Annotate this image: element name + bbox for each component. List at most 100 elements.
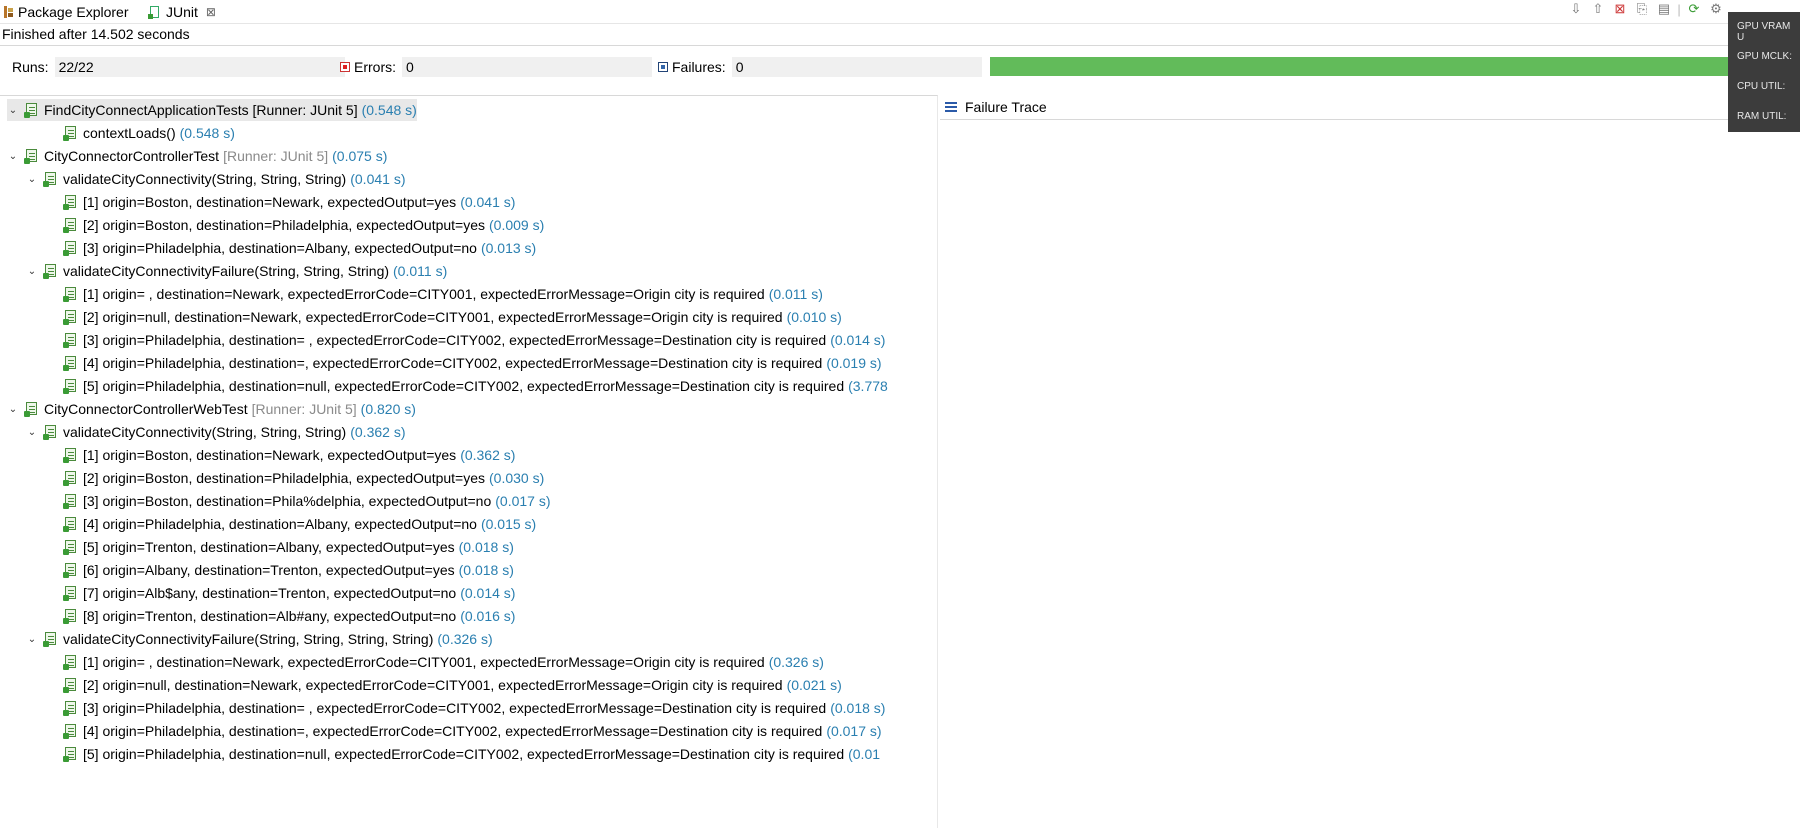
tree-row[interactable]: [4] origin=Philadelphia, destination=Alb… bbox=[46, 513, 536, 535]
test-label: [6] origin=Albany, destination=Trenton, … bbox=[83, 562, 455, 578]
test-duration: (0.018 s) bbox=[458, 562, 514, 578]
test-duration: (0.015 s) bbox=[480, 516, 537, 532]
test-duration: (0.014 s) bbox=[460, 585, 516, 601]
failures-value: 0 bbox=[731, 57, 982, 77]
tree-row[interactable]: [8] origin=Trenton, destination=Alb#any,… bbox=[46, 605, 515, 627]
test-label: contextLoads() bbox=[83, 125, 176, 141]
runs-value: 22/22 bbox=[54, 57, 345, 77]
test-duration: (0.010 s) bbox=[786, 309, 842, 325]
test-ok-icon bbox=[63, 494, 78, 509]
tab-package-explorer[interactable]: Package Explorer bbox=[4, 0, 129, 23]
test-ok-icon bbox=[63, 471, 78, 486]
tab-junit[interactable]: JUnit ⊠ bbox=[148, 0, 216, 23]
failure-icon bbox=[658, 62, 668, 72]
test-duration: (0.018 s) bbox=[458, 539, 514, 555]
failure-trace-header: Failure Trace bbox=[940, 95, 1730, 120]
tree-row[interactable]: ⌄ validateCityConnectivityFailure(String,… bbox=[26, 628, 493, 650]
stack-trace-icon bbox=[945, 102, 957, 112]
test-ok-icon bbox=[63, 287, 78, 302]
tree-row[interactable]: [4] origin=Philadelphia, destination=, e… bbox=[46, 720, 882, 742]
tree-row[interactable]: [1] origin=Boston, destination=Newark, e… bbox=[46, 444, 515, 466]
test-label: FindCityConnectApplicationTests [Runner:… bbox=[44, 102, 358, 118]
test-duration: (0.017 s) bbox=[495, 493, 551, 509]
test-label: [4] origin=Philadelphia, destination=Alb… bbox=[83, 516, 477, 532]
failure-trace-title: Failure Trace bbox=[965, 99, 1047, 115]
test-label: validateCityConnectivityFailure(String, … bbox=[63, 263, 390, 279]
test-ok-icon bbox=[43, 264, 58, 279]
tree-row[interactable]: ⌄ validateCityConnectivityFailure(String,… bbox=[26, 260, 447, 282]
chevron-down-icon[interactable]: ⌄ bbox=[26, 633, 38, 645]
test-label: [2] origin=null, destination=Newark, exp… bbox=[83, 677, 783, 693]
overlay-line: GPU MCLK: bbox=[1737, 51, 1793, 62]
test-ok-icon bbox=[63, 678, 78, 693]
test-ok-icon bbox=[43, 632, 58, 647]
chevron-down-icon[interactable]: ⌄ bbox=[7, 403, 19, 415]
test-ok-icon bbox=[63, 724, 78, 739]
layout-icon[interactable]: ▤ bbox=[1656, 1, 1672, 17]
previous-failure-icon[interactable]: ⇧ bbox=[1590, 1, 1606, 17]
test-duration: (0.041 s) bbox=[460, 194, 516, 210]
test-duration: (0.362 s) bbox=[460, 447, 516, 463]
test-ok-icon bbox=[63, 356, 78, 371]
test-ok-icon bbox=[63, 655, 78, 670]
tree-row[interactable]: [5] origin=Philadelphia, destination=nul… bbox=[46, 743, 880, 765]
package-explorer-icon bbox=[4, 5, 14, 18]
chevron-down-icon[interactable]: ⌄ bbox=[26, 265, 38, 277]
close-icon[interactable]: ⊠ bbox=[206, 5, 216, 19]
tree-row[interactable]: [5] origin=Philadelphia, destination=nul… bbox=[46, 375, 888, 397]
tree-row[interactable]: [3] origin=Boston, destination=Phila%del… bbox=[46, 490, 551, 512]
test-ok-icon bbox=[63, 517, 78, 532]
test-ok-icon bbox=[63, 563, 78, 578]
test-label: [8] origin=Trenton, destination=Alb#any,… bbox=[83, 608, 457, 624]
tree-row[interactable]: ⌄ CityConnectorControllerWebTest [Runner: … bbox=[7, 398, 416, 420]
tree-row[interactable]: ⌄ validateCityConnectivity(String, String… bbox=[26, 168, 405, 190]
chevron-down-icon[interactable]: ⌄ bbox=[26, 173, 38, 185]
chevron-down-icon[interactable]: ⌄ bbox=[7, 150, 19, 162]
test-label: CityConnectorControllerTest bbox=[44, 148, 220, 164]
test-duration: (0.019 s) bbox=[826, 355, 882, 371]
scroll-lock-icon[interactable]: ⎘ bbox=[1634, 1, 1650, 17]
view-tab-bar: Package Explorer JUnit ⊠ ⇩ ⇧ ⊠ ⎘ ▤ | ⟳ ⚙ bbox=[0, 0, 1800, 24]
test-ok-icon bbox=[63, 195, 78, 210]
chevron-down-icon[interactable]: ⌄ bbox=[26, 426, 38, 438]
tree-row[interactable]: [1] origin=Boston, destination=Newark, e… bbox=[46, 191, 515, 213]
test-duration: (0.326 s) bbox=[437, 631, 493, 647]
tree-row[interactable]: [6] origin=Albany, destination=Trenton, … bbox=[46, 559, 514, 581]
test-label: [7] origin=Alb$any, destination=Trenton,… bbox=[83, 585, 457, 601]
chevron-down-icon[interactable]: ⌄ bbox=[7, 104, 19, 116]
tree-row[interactable]: [2] origin=Boston, destination=Philadelp… bbox=[46, 467, 544, 489]
overlay-line: RAM UTIL: bbox=[1737, 111, 1787, 122]
tree-row[interactable]: [2] origin=null, destination=Newark, exp… bbox=[46, 674, 842, 696]
tree-row[interactable]: [1] origin= , destination=Newark, expect… bbox=[46, 651, 824, 673]
tree-row[interactable]: contextLoads() (0.548 s) bbox=[46, 122, 235, 144]
tree-row[interactable]: [7] origin=Alb$any, destination=Trenton,… bbox=[46, 582, 515, 604]
tree-row[interactable]: ⌄ FindCityConnectApplicationTests [Runner… bbox=[7, 99, 417, 121]
tree-row[interactable]: [5] origin=Trenton, destination=Albany, … bbox=[46, 536, 514, 558]
test-label: validateCityConnectivity(String, String,… bbox=[63, 424, 347, 440]
test-label: [1] origin= , destination=Newark, expect… bbox=[83, 286, 765, 302]
tree-row[interactable]: [4] origin=Philadelphia, destination=, e… bbox=[46, 352, 882, 374]
test-label: [4] origin=Philadelphia, destination=, e… bbox=[83, 723, 823, 739]
rerun-test-icon[interactable]: ⟳ bbox=[1686, 1, 1702, 17]
test-label: [5] origin=Trenton, destination=Albany, … bbox=[83, 539, 455, 555]
test-duration: (0.016 s) bbox=[460, 608, 516, 624]
tree-row[interactable]: [3] origin=Philadelphia, destination= , … bbox=[46, 697, 885, 719]
tree-row[interactable]: ⌄ validateCityConnectivity(String, String… bbox=[26, 421, 405, 443]
test-ok-icon bbox=[63, 310, 78, 325]
tree-row[interactable]: [3] origin=Philadelphia, destination= , … bbox=[46, 329, 885, 351]
progress-bar bbox=[990, 57, 1750, 76]
tree-row[interactable]: ⌄ CityConnectorControllerTest [Runner: JUn… bbox=[7, 145, 387, 167]
test-label: [2] origin=null, destination=Newark, exp… bbox=[83, 309, 783, 325]
tree-row[interactable]: [1] origin= , destination=Newark, expect… bbox=[46, 283, 823, 305]
show-failures-only-icon[interactable]: ⊠ bbox=[1612, 1, 1628, 17]
test-label: validateCityConnectivityFailure(String, … bbox=[63, 631, 434, 647]
test-duration: (0.014 s) bbox=[830, 332, 886, 348]
junit-toolbar: ⇩ ⇧ ⊠ ⎘ ▤ | ⟳ ⚙ bbox=[1568, 1, 1724, 17]
rerun-failed-first-icon[interactable]: ⚙ bbox=[1708, 1, 1724, 17]
test-tree[interactable]: ⌄ FindCityConnectApplicationTests [Runner… bbox=[0, 95, 938, 828]
tree-row[interactable]: [3] origin=Philadelphia, destination=Alb… bbox=[46, 237, 536, 259]
test-label: [3] origin=Philadelphia, destination= , … bbox=[83, 332, 827, 348]
next-failure-icon[interactable]: ⇩ bbox=[1568, 1, 1584, 17]
tree-row[interactable]: [2] origin=null, destination=Newark, exp… bbox=[46, 306, 842, 328]
tree-row[interactable]: [2] origin=Boston, destination=Philadelp… bbox=[46, 214, 544, 236]
